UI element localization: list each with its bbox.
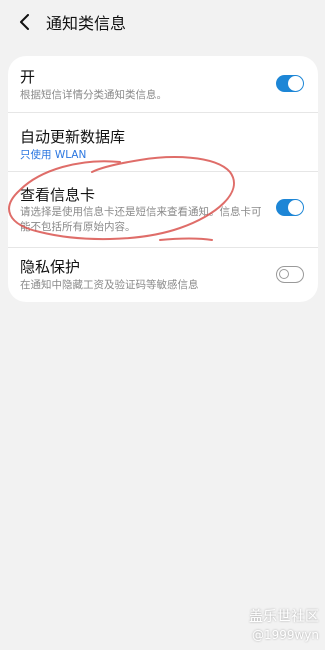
setting-title: 自动更新数据库 [20,128,126,146]
setting-row-privacy[interactable]: 隐私保护 在通知中隐藏工资及验证码等敏感信息 [8,248,318,302]
settings-card: 开 根据短信详情分类通知类信息。 自动更新数据库 只使用 WLAN 查看信息卡 … [8,56,318,302]
watermark-line1: 盖乐世社区 [249,609,319,625]
privacy-toggle[interactable] [276,266,304,283]
setting-subtitle: 请选择是使用信息卡还是短信来查看通知。信息卡可能不包括所有原始内容。 [20,206,262,233]
watermark: 盖乐世社区 @1999wyn [249,608,319,644]
setting-subtitle: 在通知中隐藏工资及验证码等敏感信息 [20,279,199,291]
back-arrow-icon [20,14,29,30]
toggle-knob [288,200,303,215]
setting-title: 查看信息卡 [20,186,96,204]
setting-subtitle: 只使用 WLAN [20,149,87,161]
setting-title: 开 [20,68,36,86]
setting-title: 隐私保护 [20,258,81,276]
setting-row-auto-update[interactable]: 自动更新数据库 只使用 WLAN [8,113,318,172]
app-header: 通知类信息 [0,0,325,44]
setting-row-enable[interactable]: 开 根据短信详情分类通知类信息。 [8,56,318,113]
setting-row-info-card[interactable]: 查看信息卡 请选择是使用信息卡还是短信来查看通知。信息卡可能不包括所有原始内容。 [8,172,318,248]
toggle-knob [279,269,289,279]
toggle-knob [288,76,303,91]
page-title: 通知类信息 [46,14,127,33]
setting-subtitle: 根据短信详情分类通知类信息。 [20,89,167,101]
info-card-toggle[interactable] [276,199,304,216]
watermark-line2: @1999wyn [251,628,319,642]
enable-toggle[interactable] [276,75,304,92]
back-button[interactable] [12,9,38,35]
